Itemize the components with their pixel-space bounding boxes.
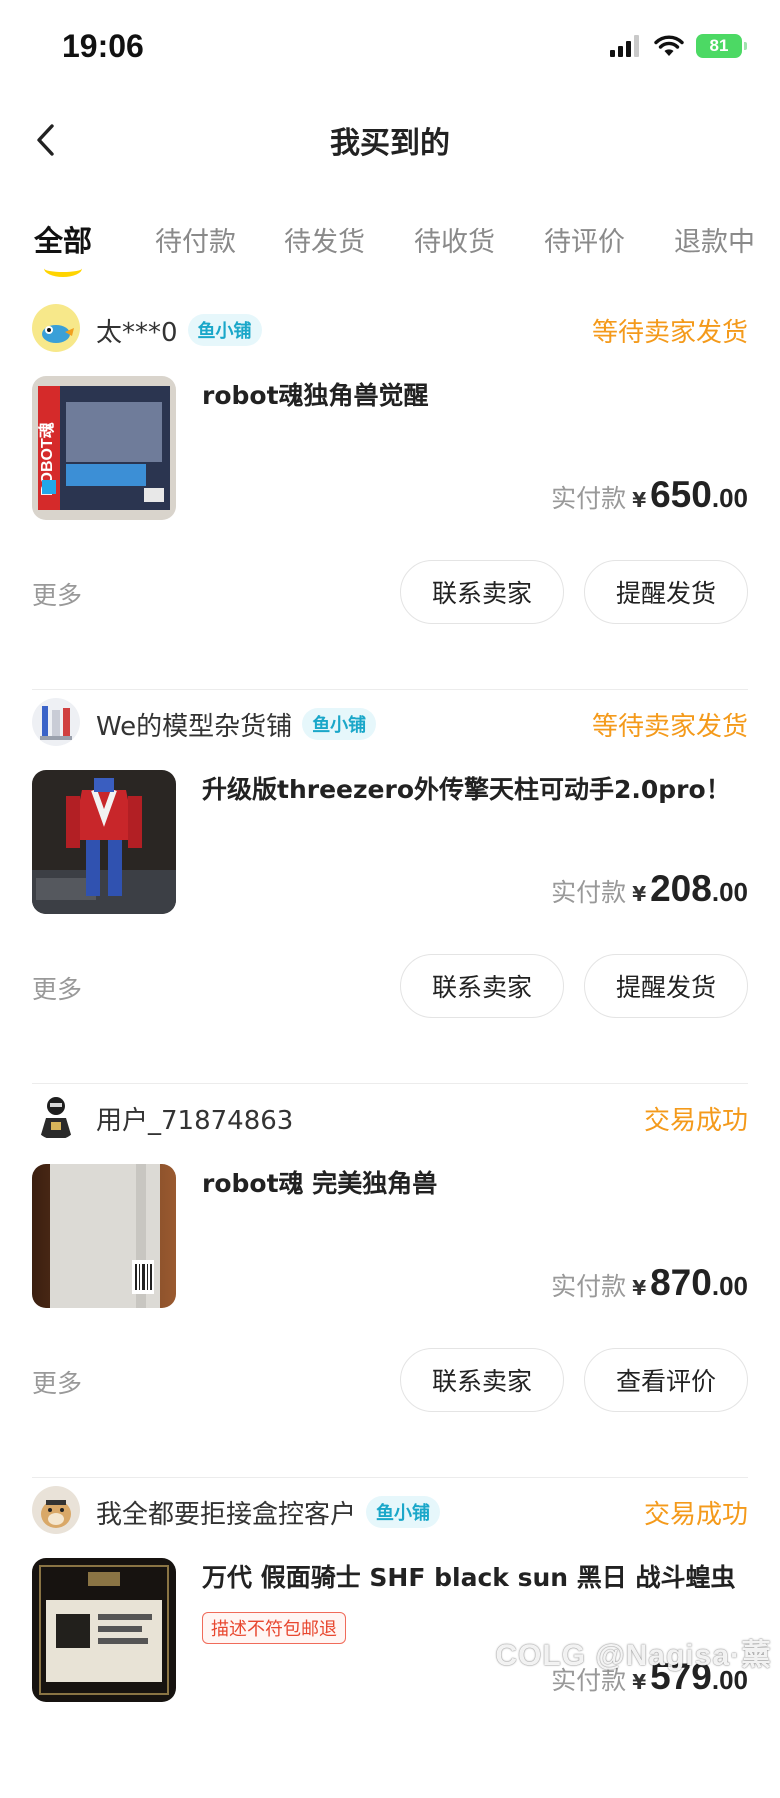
seller-avatar[interactable] [32,1092,80,1140]
remind-ship-button[interactable]: 提醒发货 [584,560,748,624]
product-image[interactable] [32,770,176,914]
battery-level: 81 [709,36,729,55]
more-button[interactable]: 更多 [32,576,82,612]
order-status: 等待卖家发货 [591,712,748,742]
watermark: COLG @Nagisa·薰 [495,1639,772,1672]
order-status: 等待卖家发货 [591,318,748,348]
seller-name[interactable]: 用户_71874863 [96,1100,293,1137]
view-review-button[interactable]: 查看评价 [584,1348,748,1412]
price-decimal: .00 [711,1271,748,1301]
seller-name-text: We的模型杂货铺 [96,712,293,742]
seller-name[interactable]: 我全都要拒接盒控客户 鱼小铺 [96,1494,441,1531]
order-status: 交易成功 [643,1106,748,1136]
tab-pending-shipment[interactable]: 待发货 [284,220,365,259]
seller-name-text: 我全都要拒接盒控客户 [96,1500,357,1530]
more-button[interactable]: 更多 [32,1364,82,1400]
price-integer: 870 [650,1262,712,1303]
seller-name-text: 太***0 [96,318,178,348]
price-integer: 208 [650,868,712,909]
order-list: 太***0 鱼小铺 等待卖家发货 ROBOT魂 robot魂独角兽觉醒 实付款 ¥… [0,296,780,1798]
order-tabs: 全部 待付款 待发货 待收货 待评价 退款中 [0,208,780,277]
price: 实付款 ¥ 208 .00 [551,868,748,910]
seller-name[interactable]: 太***0 鱼小铺 [96,312,262,349]
seller-row[interactable]: 用户_71874863 交易成功 [32,1092,748,1140]
price-decimal: .00 [711,483,748,513]
tab-refunding[interactable]: 退款中 [674,220,755,259]
status-time: 19:06 [62,28,144,64]
price-label: 实付款 [551,878,627,907]
shop-badge: 鱼小铺 [302,708,377,740]
seller-row[interactable]: 太***0 鱼小铺 等待卖家发货 [32,304,748,352]
remind-ship-button[interactable]: 提醒发货 [584,954,748,1018]
status-indicators: 81 [610,34,747,58]
price-currency: ¥ [632,1276,647,1300]
seller-name-text: 用户_71874863 [96,1106,294,1136]
action-row: 更多 联系卖家 查看评价 [32,1348,748,1414]
tab-pending-review[interactable]: 待评价 [544,220,625,259]
battery-icon: 81 [696,34,747,58]
product-image[interactable] [32,1558,176,1702]
product-title[interactable]: 万代 假面骑士 SHF black sun 黑日 战斗蝗虫 [202,1560,748,1596]
contact-seller-button[interactable]: 联系卖家 [400,954,564,1018]
product-image[interactable]: ROBOT魂 [32,376,176,520]
action-row: 更多 联系卖家 提醒发货 [32,954,748,1020]
shop-badge: 鱼小铺 [366,1496,441,1528]
more-button[interactable]: 更多 [32,970,82,1006]
price: 实付款 ¥ 650 .00 [551,474,748,516]
product-title[interactable]: robot魂 完美独角兽 [202,1166,748,1202]
price-label: 实付款 [551,484,627,513]
order-card[interactable]: We的模型杂货铺 鱼小铺 等待卖家发货 升级版threezero外传擎天柱可动手2… [0,690,780,1084]
seller-avatar[interactable] [32,1486,80,1534]
seller-name[interactable]: We的模型杂货铺 鱼小铺 [96,706,377,743]
order-card[interactable]: 太***0 鱼小铺 等待卖家发货 ROBOT魂 robot魂独角兽觉醒 实付款 ¥… [0,296,780,690]
price-integer: 650 [650,474,712,515]
tab-pending-receipt[interactable]: 待收货 [414,220,495,259]
action-row: 更多 联系卖家 提醒发货 [32,560,748,626]
order-status: 交易成功 [643,1500,748,1530]
status-bar: 19:06 81 [0,0,780,96]
product-title[interactable]: robot魂独角兽觉醒 [202,378,748,414]
seller-row[interactable]: We的模型杂货铺 鱼小铺 等待卖家发货 [32,698,748,746]
seller-avatar[interactable] [32,304,80,352]
price-currency: ¥ [632,488,647,512]
price: 实付款 ¥ 870 .00 [551,1262,748,1304]
tab-all[interactable]: 全部 [34,218,92,260]
product-image[interactable] [32,1164,176,1308]
page-title: 我买到的 [330,126,450,161]
nav-bar: 我买到的 [0,96,780,184]
signal-icon [610,35,639,57]
contact-seller-button[interactable]: 联系卖家 [400,560,564,624]
order-card[interactable]: 用户_71874863 交易成功 robot魂 完美独角兽 实付款 ¥ 870 … [0,1084,780,1478]
shop-badge: 鱼小铺 [187,314,262,346]
seller-row[interactable]: 我全都要拒接盒控客户 鱼小铺 交易成功 [32,1486,748,1534]
seller-avatar[interactable] [32,698,80,746]
contact-seller-button[interactable]: 联系卖家 [400,1348,564,1412]
product-title[interactable]: 升级版threezero外传擎天柱可动手2.0pro！ [202,772,748,808]
price-currency: ¥ [632,882,647,906]
tab-active-indicator [44,260,82,277]
wifi-icon [654,35,684,56]
product-tag: 描述不符包邮退 [202,1612,346,1644]
price-label: 实付款 [551,1272,627,1301]
price-decimal: .00 [711,877,748,907]
tab-pending-payment[interactable]: 待付款 [155,220,236,259]
